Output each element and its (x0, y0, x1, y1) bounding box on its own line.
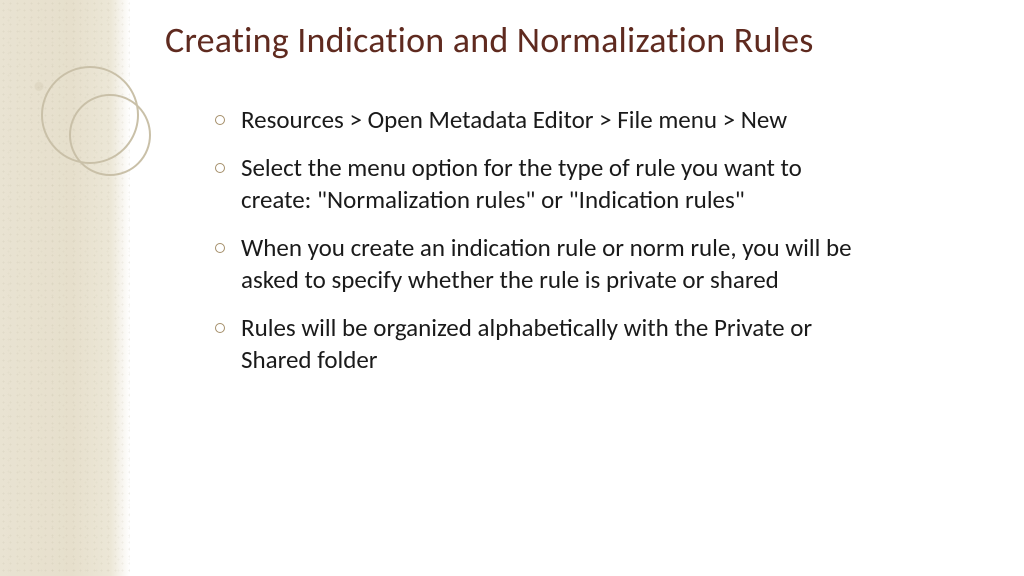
slide-content: Creating Indication and Normalization Ru… (165, 18, 984, 392)
ring-decoration-icon (35, 60, 165, 190)
list-item: Rules will be organized alphabetically w… (215, 312, 855, 376)
slide-title: Creating Indication and Normalization Ru… (165, 18, 984, 62)
decorative-sidebar (0, 0, 130, 576)
list-item: Resources > Open Metadata Editor > File … (215, 104, 855, 136)
list-item: Select the menu option for the type of r… (215, 152, 855, 216)
list-item: When you create an indication rule or no… (215, 232, 855, 296)
bullet-list: Resources > Open Metadata Editor > File … (215, 104, 855, 376)
